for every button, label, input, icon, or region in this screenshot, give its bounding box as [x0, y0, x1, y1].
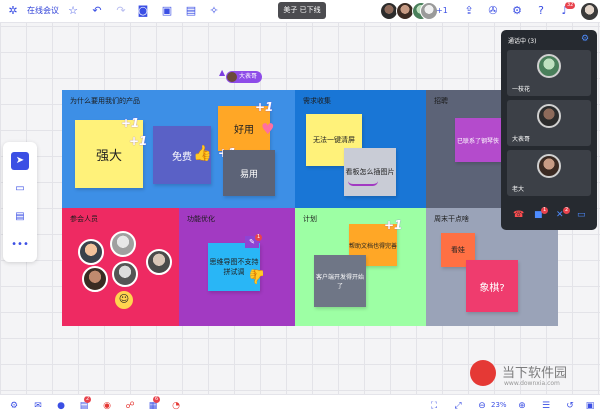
hang-up-icon[interactable]: ☎	[513, 210, 524, 220]
link-icon[interactable]: ☍	[124, 400, 136, 412]
present-icon[interactable]: ▤	[184, 4, 198, 18]
avatar	[537, 104, 561, 128]
zoom-out-icon[interactable]: ⊖	[476, 400, 488, 412]
sticky-note[interactable]: 强大	[75, 120, 143, 188]
member-avatar	[78, 239, 104, 265]
mail-icon[interactable]: ✉	[32, 400, 44, 412]
record-icon[interactable]: ◉	[101, 400, 113, 412]
participant-card[interactable]: 大表哥	[507, 100, 591, 146]
participant-card[interactable]: 老大	[507, 150, 591, 196]
member-avatar	[146, 249, 172, 275]
network-icon[interactable]: ✇	[486, 4, 500, 18]
plus-one-sticker: +1	[384, 218, 403, 232]
avatar	[537, 54, 561, 78]
watermark-logo-icon	[470, 360, 496, 386]
help-icon[interactable]: ?	[534, 4, 548, 18]
mic-badge: 2	[563, 207, 571, 214]
cursor-pointer-icon: ▲	[219, 68, 226, 77]
cursor-label-text: 大表哥	[239, 73, 258, 80]
bottom-toolbar: ⚙ ✉ ● ▤ 2 ◉ ☍ ▦ 6 ◔ ⛶ ⤢ ⊖ 23% ⊕ ☰ ↺ ▣	[0, 394, 600, 417]
my-avatar[interactable]	[580, 2, 599, 21]
magic-icon[interactable]: ✧	[207, 4, 221, 18]
region-title: 招聘	[434, 97, 448, 105]
thumbs-up-icon: 👍	[193, 144, 212, 162]
app-title: 在线会议	[27, 6, 59, 15]
avatar	[537, 154, 561, 178]
cursor-label: 大表哥	[226, 71, 263, 83]
timer-icon[interactable]: ◔	[170, 400, 182, 412]
call-title: 通话中 (3)	[508, 38, 537, 45]
settings-icon[interactable]: ⚙	[8, 400, 20, 412]
member-avatar	[112, 261, 138, 287]
region-title: 为什么要用我们的产品	[70, 97, 140, 105]
select-tool-icon[interactable]: ➤	[11, 152, 29, 170]
star-icon[interactable]: ☆	[66, 4, 80, 18]
comment-tool-icon[interactable]: ▤	[11, 208, 29, 226]
sticky-note-tool-icon[interactable]: ▭	[11, 180, 29, 198]
plus-one-sticker: +1	[129, 134, 148, 148]
smile-icon: ☺	[115, 291, 133, 309]
upload-badge: 6	[153, 396, 161, 403]
watermark-text: 当下软件园	[502, 366, 568, 381]
chat-icon[interactable]: ●	[55, 400, 67, 412]
watermark: 当下软件园 www.downxia.com	[468, 356, 598, 394]
more-tools-icon[interactable]: •••	[11, 236, 29, 254]
member-avatar	[110, 231, 136, 257]
camera-icon[interactable]: ◙	[136, 4, 150, 18]
avatar	[227, 72, 237, 82]
thumbs-down-icon: 👍	[248, 268, 266, 284]
redo-icon[interactable]: ↷	[114, 4, 128, 18]
more-members-count[interactable]: +1	[436, 6, 448, 15]
call-settings-icon[interactable]: ⚙	[581, 34, 589, 44]
region-title: 参会人员	[70, 215, 98, 223]
zoom-level[interactable]: 23%	[491, 401, 507, 409]
document-badge: 2	[84, 396, 92, 403]
watermark-url: www.downxia.com	[504, 380, 560, 387]
offline-notice: 美子 已下线	[278, 2, 326, 19]
region-title: 周末干点啥	[434, 215, 469, 223]
settings-icon[interactable]: ⚙	[510, 4, 524, 18]
member-avatar	[82, 266, 108, 292]
participant-name: 老大	[512, 186, 525, 193]
undo-icon[interactable]: ↶	[90, 4, 104, 18]
plus-one-sticker: +1	[255, 100, 274, 114]
participant-card[interactable]: 一枝花	[507, 50, 591, 96]
fit-screen-icon[interactable]: ⛶	[428, 400, 440, 412]
sticky-note[interactable]: 看板怎么插图片	[344, 148, 396, 196]
layers-icon[interactable]: ☰	[540, 400, 552, 412]
zoom-in-icon[interactable]: ⊕	[516, 400, 528, 412]
region-title: 计划	[303, 215, 317, 223]
sticky-note[interactable]: 已联系了钢琴侠	[455, 118, 501, 162]
heart-icon: ♥	[261, 120, 275, 138]
screen-share-icon[interactable]: ▭	[577, 210, 586, 220]
top-toolbar: ✲ 在线会议 ☆ ↶ ↷ ◙ ▣ ▤ ✧ 美子 已下线 +1 ⇪ ✇ ⚙ ? ♪…	[0, 0, 600, 23]
sticky-note[interactable]: 象棋?	[466, 260, 518, 312]
region-title: 功能优化	[187, 215, 215, 223]
notify-badge: 32	[565, 2, 576, 9]
app-logo-icon[interactable]: ✲	[6, 4, 20, 18]
minimap-icon[interactable]: ▣	[584, 400, 596, 412]
history-icon[interactable]: ↺	[564, 400, 576, 412]
tool-panel: ➤ ▭ ▤ •••	[3, 142, 37, 262]
share-icon[interactable]: ⇪	[462, 4, 476, 18]
plus-one-sticker: +1	[121, 116, 140, 130]
camera-badge: 1	[541, 207, 549, 214]
call-panel: 通话中 (3) ⚙ 一枝花 大表哥 老大 ☎ ■ 1 ✕ 2 ▭	[501, 30, 597, 230]
image-icon[interactable]: ▣	[160, 4, 174, 18]
sticky-note[interactable]: 易用	[223, 150, 275, 196]
participant-name: 一枝花	[512, 86, 531, 93]
fullscreen-icon[interactable]: ⤢	[452, 400, 464, 412]
sticky-note[interactable]: 客户端开发得开始了	[314, 255, 366, 307]
region-title: 需求收集	[303, 97, 331, 105]
underline-doodle	[348, 181, 378, 186]
participant-name: 大表哥	[512, 136, 531, 143]
